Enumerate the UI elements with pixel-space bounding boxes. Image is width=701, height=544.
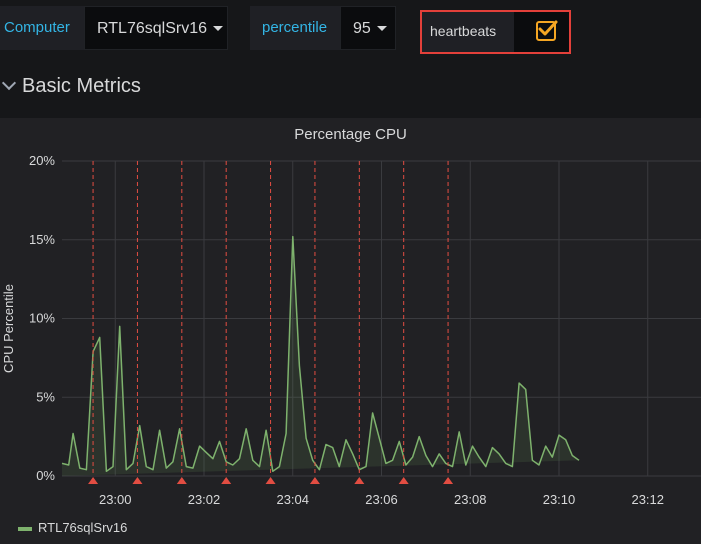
heartbeat-marker[interactable] bbox=[309, 477, 320, 484]
heartbeat-marker[interactable] bbox=[221, 477, 232, 484]
y-tick-label: 20% bbox=[29, 153, 55, 168]
heartbeat-marker[interactable] bbox=[132, 477, 143, 484]
x-tick-label: 23:00 bbox=[99, 492, 132, 507]
y-axis-label: CPU Percentile bbox=[1, 284, 16, 373]
cpu-chart[interactable]: 0% 5% 10% 15% 20% 23:00 23:02 23:04 23:06 23:08 23… bbox=[0, 0, 701, 544]
heartbeat-marker[interactable] bbox=[176, 477, 187, 484]
legend-swatch[interactable] bbox=[18, 526, 32, 531]
x-tick-label: 23:08 bbox=[454, 492, 487, 507]
heartbeat-marker[interactable] bbox=[88, 477, 99, 484]
heartbeat-marker[interactable] bbox=[354, 477, 365, 484]
heartbeat-marker[interactable] bbox=[265, 477, 276, 484]
heartbeat-marker[interactable] bbox=[398, 477, 409, 484]
x-tick-label: 23:02 bbox=[188, 492, 221, 507]
y-tick-label: 15% bbox=[29, 232, 55, 247]
series-area bbox=[62, 236, 579, 476]
x-tick-label: 23:04 bbox=[276, 492, 309, 507]
x-tick-label: 23:12 bbox=[631, 492, 664, 507]
heartbeat-marker[interactable] bbox=[443, 477, 454, 484]
legend-series-label[interactable]: RTL76sqlSrv16 bbox=[38, 520, 127, 535]
legend: RTL76sqlSrv16 bbox=[18, 520, 127, 535]
y-tick-label: 5% bbox=[36, 389, 55, 404]
y-tick-label: 10% bbox=[29, 311, 55, 326]
x-tick-label: 23:10 bbox=[543, 492, 576, 507]
x-tick-label: 23:06 bbox=[365, 492, 398, 507]
y-tick-label: 0% bbox=[36, 468, 55, 483]
